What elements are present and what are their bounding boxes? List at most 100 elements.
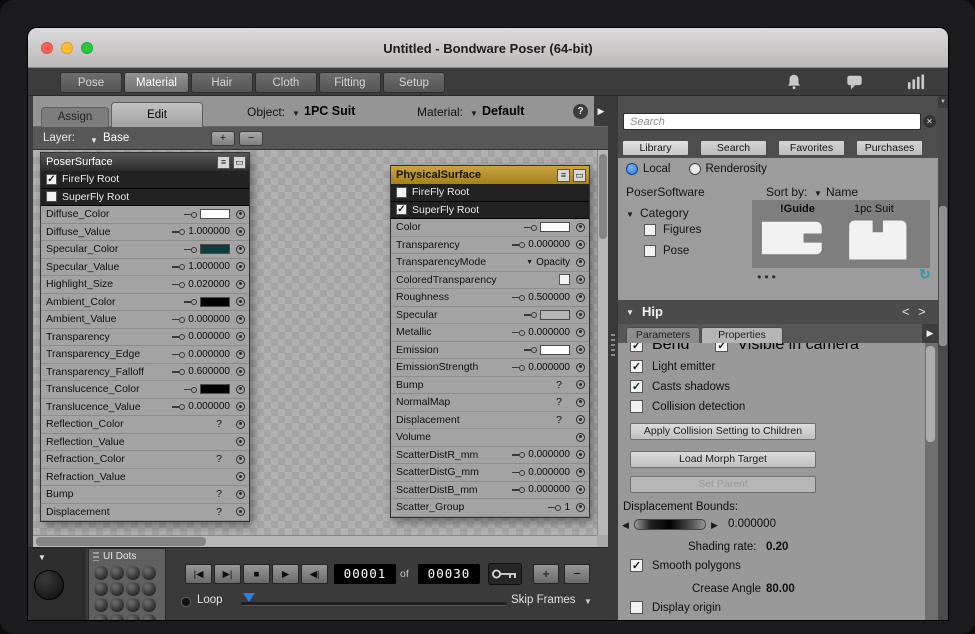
library-tab-purchases[interactable]: Purchases (856, 140, 923, 156)
param-value[interactable]: 0.600000 (188, 366, 230, 377)
ui-dot[interactable] (94, 582, 108, 596)
param-value[interactable]: 0.000000 (188, 314, 230, 325)
param-row-reflection_value[interactable]: Reflection_Value (41, 434, 249, 452)
search-input[interactable] (623, 113, 921, 130)
actor-name[interactable]: Hip (642, 304, 663, 319)
node-socket-icon[interactable] (236, 420, 245, 429)
panel-expand-arrow[interactable] (922, 324, 938, 343)
param-row-translucence_color[interactable]: Translucence_Color (41, 381, 249, 399)
color-swatch[interactable] (540, 310, 570, 320)
param-row-volume[interactable]: Volume (391, 429, 589, 447)
bend-option[interactable]: Bend (630, 343, 689, 354)
scrollbar-thumb[interactable] (599, 154, 607, 239)
param-row-coloredtransparency[interactable]: ColoredTransparency (391, 272, 589, 290)
param-value[interactable]: 0.000000 (528, 362, 570, 373)
param-row-specular_color[interactable]: Specular_Color (41, 241, 249, 259)
param-row-normalmap[interactable]: NormalMap? (391, 394, 589, 412)
node-socket-icon[interactable] (576, 380, 585, 389)
object-value[interactable]: 1PC Suit (304, 104, 355, 118)
param-row-metallic[interactable]: Metallic0.000000 (391, 324, 589, 342)
sort-value[interactable]: Name (826, 185, 858, 199)
param-row-specular[interactable]: Specular (391, 307, 589, 325)
node-collapse-icon[interactable] (573, 169, 586, 182)
node-socket-icon[interactable] (236, 227, 245, 236)
divider-grip-icon[interactable] (611, 334, 615, 358)
collision-detection-option[interactable]: Collision detection (630, 400, 745, 413)
param-value[interactable]: 0.000000 (188, 331, 230, 342)
ui-dot[interactable] (126, 614, 140, 620)
loop-toggle[interactable] (181, 597, 191, 607)
drag-grip-icon[interactable] (93, 552, 99, 561)
param-value[interactable]: 0.000000 (528, 467, 570, 478)
thumbnail-suit-shape[interactable] (844, 217, 922, 263)
node-socket-icon[interactable] (236, 437, 245, 446)
param-row-highlight_size[interactable]: Highlight_Size0.020000 (41, 276, 249, 294)
node-socket-icon[interactable] (236, 455, 245, 464)
node-socket-icon[interactable] (576, 433, 585, 442)
node-editor-horizontal-scrollbar[interactable] (33, 535, 597, 547)
checkbox[interactable] (715, 343, 728, 352)
param-value[interactable]: 0.500000 (528, 292, 570, 303)
node-socket-icon[interactable] (576, 240, 585, 249)
color-swatch[interactable] (200, 209, 230, 219)
notifications-bell-icon[interactable] (785, 73, 803, 91)
param-row-refraction_color[interactable]: Refraction_Color? (41, 451, 249, 469)
ui-dot[interactable] (126, 566, 140, 580)
root-row[interactable]: FireFly Root (391, 184, 589, 202)
timeline-track[interactable] (241, 602, 507, 606)
category-caret-down-icon[interactable] (626, 210, 634, 219)
ui-dot[interactable] (94, 566, 108, 580)
param-row-scatterdistg_mm[interactable]: ScatterDistG_mm0.000000 (391, 464, 589, 482)
param-value[interactable]: 1.000000 (188, 261, 230, 272)
trackball-knob[interactable] (34, 570, 64, 600)
param-row-scatterdistr_mm[interactable]: ScatterDistR_mm0.000000 (391, 447, 589, 465)
param-row-scatter_group[interactable]: Scatter_Group1 (391, 499, 589, 517)
go-to-end-button[interactable]: ▶| (214, 564, 241, 584)
category-filter-figures[interactable]: Figures (644, 224, 701, 236)
checkbox[interactable] (630, 601, 643, 614)
casts-shadows-option[interactable]: Casts shadows (630, 380, 730, 393)
color-swatch[interactable] (540, 345, 570, 355)
remove-keyframe-button[interactable]: − (564, 564, 590, 584)
scrollbar-arrow-icon[interactable] (938, 96, 948, 108)
ui-dot[interactable] (142, 614, 156, 620)
node-menu-icon[interactable] (217, 156, 230, 169)
thumbnail-label-suit[interactable]: 1pc Suit (854, 203, 894, 215)
go-to-start-button[interactable]: |◀ (185, 564, 212, 584)
thumbnail-label-guide[interactable]: !Guide (780, 203, 815, 215)
filter-checkbox[interactable] (644, 224, 656, 236)
library-tab-favorites[interactable]: Favorites (778, 140, 845, 156)
color-swatch[interactable] (200, 244, 230, 254)
node-socket-icon[interactable] (236, 385, 245, 394)
display-origin-option[interactable]: Display origin (630, 601, 721, 614)
param-row-transparencymode[interactable]: TransparencyModeOpacity (391, 254, 589, 272)
ui-dot[interactable] (110, 582, 124, 596)
node-socket-icon[interactable] (576, 345, 585, 354)
checkbox[interactable] (630, 559, 643, 572)
ui-dot[interactable] (142, 566, 156, 580)
current-frame-field[interactable]: 00001 (334, 564, 396, 584)
param-row-emissionstrength[interactable]: EmissionStrength0.000000 (391, 359, 589, 377)
root-checkbox[interactable] (46, 174, 57, 185)
ui-dot[interactable] (94, 614, 108, 620)
object-caret-down-icon[interactable] (292, 109, 300, 118)
checkbox[interactable] (630, 360, 643, 373)
layer-caret-down-icon[interactable] (90, 136, 98, 145)
param-row-reflection_color[interactable]: Reflection_Color? (41, 416, 249, 434)
color-swatch[interactable] (200, 297, 230, 307)
smooth-polygons-option[interactable]: Smooth polygons (630, 559, 741, 572)
thumbnail-guide-shape[interactable] (758, 217, 836, 263)
timeline-playhead[interactable] (243, 593, 255, 602)
visible-in-camera-option[interactable]: Visible in camera (715, 343, 859, 354)
node-socket-icon[interactable] (236, 367, 245, 376)
checkbox[interactable] (630, 400, 643, 413)
apply-collision-button[interactable]: Apply Collision Setting to Children (630, 423, 816, 440)
param-value[interactable]: 1.000000 (188, 226, 230, 237)
tab-assign[interactable]: Assign (41, 107, 109, 127)
physicalsurface-node[interactable]: PhysicalSurfaceFireFly RootSuperFly Root… (390, 165, 590, 518)
ui-dot[interactable] (142, 582, 156, 596)
param-row-transparency_edge[interactable]: Transparency_Edge0.000000 (41, 346, 249, 364)
node-menu-icon[interactable] (557, 169, 570, 182)
node-socket-icon[interactable] (236, 350, 245, 359)
sidebar-scrollbar[interactable] (938, 96, 948, 620)
